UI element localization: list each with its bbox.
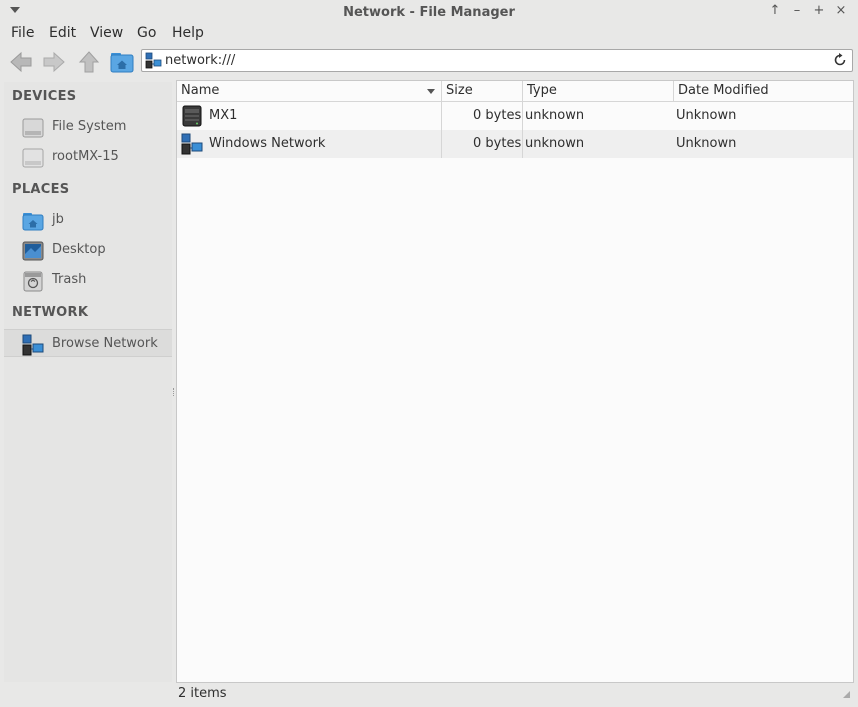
drive-icon: [22, 148, 44, 168]
sidebar-item-jb[interactable]: jb: [4, 206, 172, 234]
cell-divider: [522, 130, 523, 158]
trash-icon: [23, 271, 43, 292]
column-name[interactable]: Name: [177, 81, 442, 101]
status-bar: 2 items: [176, 683, 854, 705]
drive-icon: [22, 118, 44, 138]
column-date-modified[interactable]: Date Modified: [674, 81, 853, 101]
resize-grip-icon[interactable]: [843, 691, 850, 698]
sidebar: DEVICES File System rootMX-15 PLACES jb …: [4, 82, 172, 682]
cell-divider: [522, 102, 523, 130]
file-list: Name Size Type Date Modified MX1 0 bytes…: [176, 80, 854, 683]
forward-arrow-icon: [43, 51, 65, 73]
row-type: unknown: [525, 108, 585, 123]
network-icon: [22, 334, 44, 356]
table-row[interactable]: Windows Network 0 bytes unknown Unknown: [177, 130, 853, 158]
maximize-icon[interactable]: +: [811, 3, 827, 19]
home-folder-icon: [110, 53, 134, 73]
row-date-modified: Unknown: [676, 136, 737, 151]
home-button[interactable]: [110, 50, 134, 74]
network-icon: [181, 133, 203, 155]
devices-heading: DEVICES: [12, 89, 77, 104]
sidebar-item-label: jb: [52, 212, 64, 227]
row-date-modified: Unknown: [676, 108, 737, 123]
sidebar-item-label: File System: [52, 119, 127, 134]
location-bar[interactable]: network:///: [141, 49, 853, 72]
sidebar-item-browse-network[interactable]: Browse Network: [4, 329, 172, 357]
forward-button[interactable]: [42, 50, 66, 74]
menu-file[interactable]: File: [11, 25, 34, 41]
row-type: unknown: [525, 136, 585, 151]
reload-icon[interactable]: [832, 52, 848, 68]
up-arrow-icon: [78, 51, 100, 73]
server-icon: [182, 105, 202, 127]
window-title: Network - File Manager: [343, 5, 515, 20]
row-size: 0 bytes: [473, 136, 522, 151]
sidebar-item-label: Desktop: [52, 242, 106, 257]
up-button[interactable]: [77, 50, 101, 74]
minimize-icon[interactable]: –: [789, 3, 805, 19]
sidebar-item-label: Trash: [52, 272, 87, 287]
back-button[interactable]: [9, 50, 33, 74]
back-arrow-icon: [10, 51, 32, 73]
sidebar-item-label: rootMX-15: [52, 149, 119, 164]
column-header: Name Size Type Date Modified: [177, 81, 853, 102]
column-size[interactable]: Size: [442, 81, 523, 101]
sidebar-item-file-system[interactable]: File System: [4, 113, 172, 141]
desktop-icon: [22, 241, 44, 261]
splitter-grip: [173, 388, 175, 396]
close-icon[interactable]: ×: [833, 3, 849, 19]
sort-descending-icon: [427, 89, 435, 94]
menu-help[interactable]: Help: [172, 25, 204, 41]
menu-bar: File Edit View Go Help: [0, 24, 858, 45]
status-text: 2 items: [178, 686, 227, 701]
table-row[interactable]: MX1 0 bytes unknown Unknown: [177, 102, 853, 130]
sidebar-item-rootmx-15[interactable]: rootMX-15: [4, 143, 172, 171]
places-heading: PLACES: [12, 182, 70, 197]
sidebar-item-trash[interactable]: Trash: [4, 266, 172, 294]
cell-divider: [441, 130, 442, 158]
sidebar-item-desktop[interactable]: Desktop: [4, 236, 172, 264]
title-bar: Network - File Manager ↑ – + ×: [0, 0, 858, 24]
row-name: MX1: [209, 108, 238, 123]
column-type[interactable]: Type: [523, 81, 674, 101]
menu-edit[interactable]: Edit: [49, 25, 76, 41]
home-folder-icon: [22, 213, 44, 231]
menu-view[interactable]: View: [90, 25, 123, 41]
network-heading: NETWORK: [12, 305, 89, 320]
location-input[interactable]: network:///: [165, 53, 235, 68]
sidebar-item-label: Browse Network: [52, 336, 158, 351]
row-name: Windows Network: [209, 136, 326, 151]
row-size: 0 bytes: [473, 108, 522, 123]
keep-above-icon[interactable]: ↑: [767, 3, 783, 19]
network-icon: [145, 52, 162, 69]
menu-go[interactable]: Go: [137, 25, 156, 41]
cell-divider: [441, 102, 442, 130]
